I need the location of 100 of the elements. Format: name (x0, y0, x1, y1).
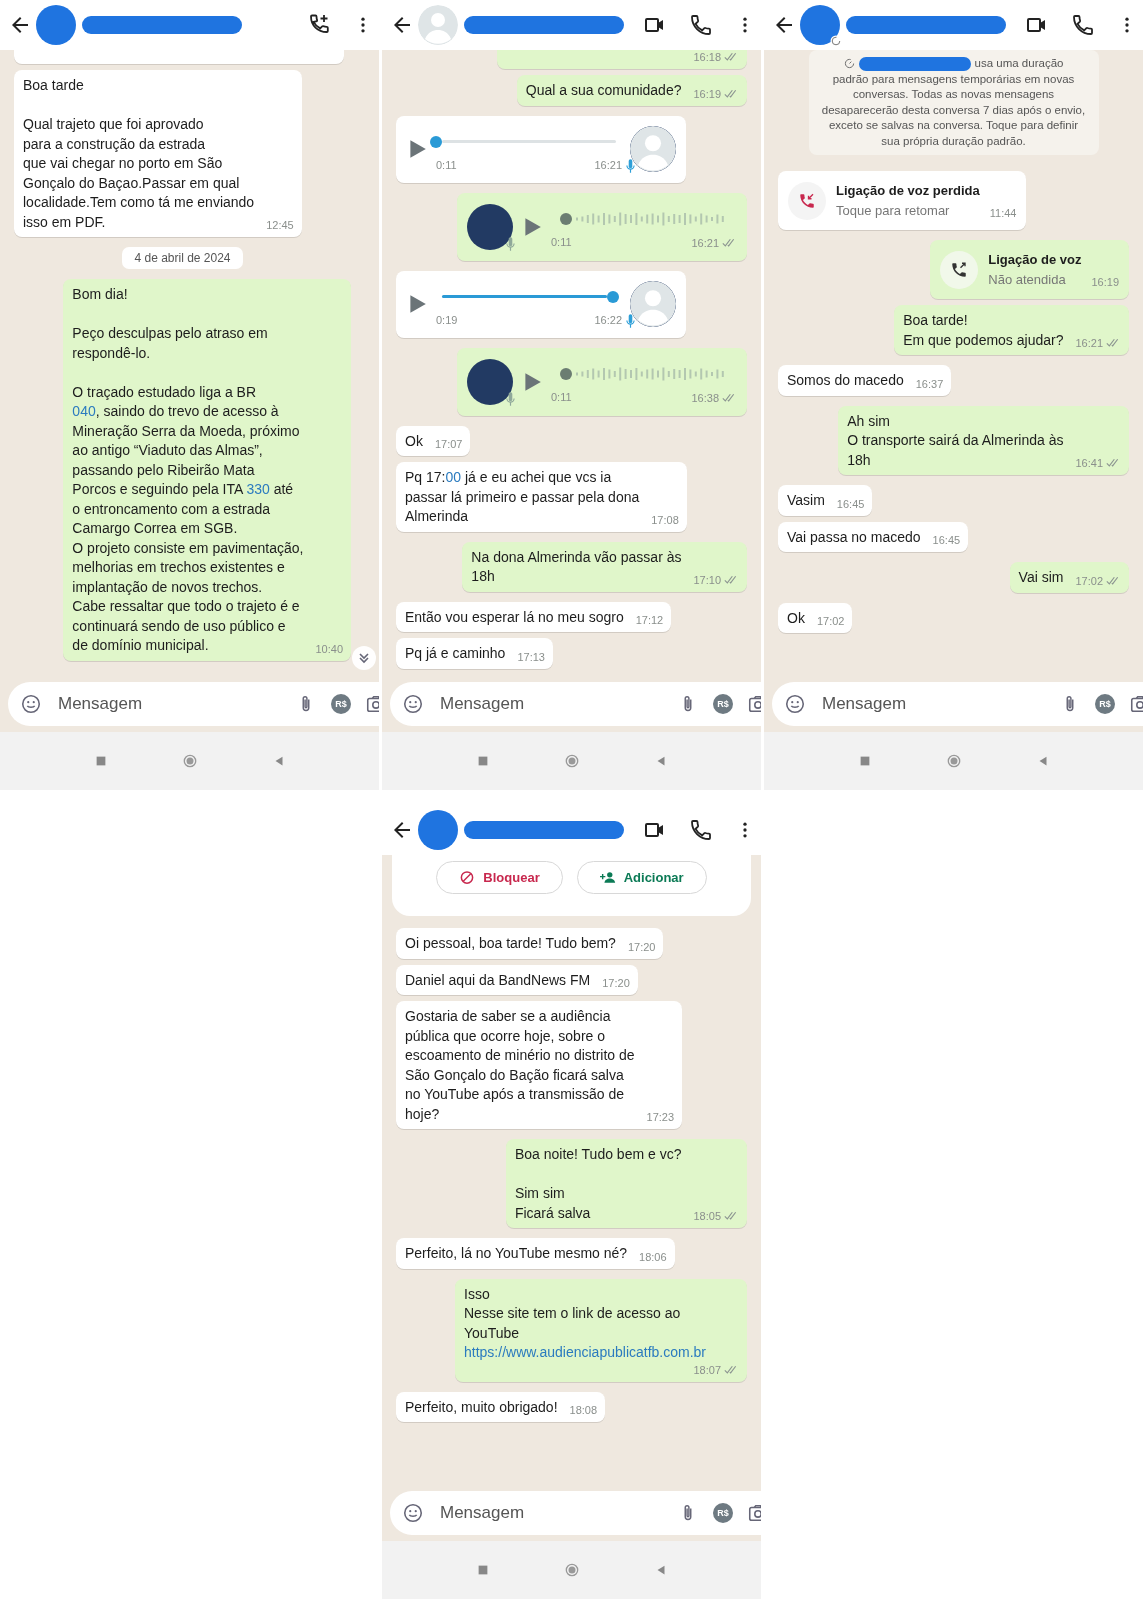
message-text: Boa noite! Tudo bem e vc? Sim sim Ficará salva (514, 1145, 682, 1223)
scroll-down-button[interactable] (352, 646, 376, 670)
message-time: 16:45 (932, 533, 961, 547)
timer-icon (843, 58, 855, 70)
emoji-icon[interactable] (402, 1502, 424, 1524)
message-text: Vai sim (1018, 568, 1064, 587)
home-button[interactable] (946, 754, 961, 768)
message-time: 10:40 (315, 641, 343, 656)
audio-duration: 0:11 (551, 390, 572, 405)
call-message[interactable]: Ligação de voz perdida Toque para retomar 11:44 (778, 171, 1027, 230)
block-button[interactable]: Bloquear (436, 861, 563, 894)
message-text: Perfeito, lá no YouTube mesmo né? (405, 1244, 628, 1263)
audio-duration: 0:19 (436, 312, 458, 328)
message-text: Vasim (787, 491, 825, 510)
call-subtitle: Toque para retomar (836, 201, 951, 220)
emoji-icon[interactable] (402, 693, 424, 715)
message-field[interactable]: Mensagem R$ (8, 682, 379, 726)
message-time: 18:05 (693, 1209, 721, 1223)
audio-duration: 0:11 (551, 235, 572, 250)
message-link[interactable]: 00 (445, 469, 462, 485)
message-time: 16:19 (693, 86, 721, 101)
message-time: 17:07 (434, 437, 463, 451)
redacted-avatar[interactable] (36, 5, 76, 45)
audio-duration: 0:11 (436, 157, 457, 173)
message-time: 17:12 (635, 613, 664, 627)
playback-thumb[interactable] (606, 290, 619, 303)
message-field[interactable]: Mensagem R$ (390, 1491, 761, 1535)
message-time: 17:20 (627, 939, 656, 954)
redacted-avatar[interactable] (800, 5, 840, 45)
message-text: Daniel aqui da BandNews FM (405, 970, 591, 990)
message-text: Vai passa no macedo (787, 527, 921, 547)
message-text: Oi pessoal, boa tarde! Tudo bem? (405, 934, 616, 953)
home-button[interactable] (564, 754, 579, 768)
message-time: 18:08 (569, 1403, 598, 1417)
message-text: Bom dia! Peço desculpas pelo atraso em respondê-lo. O traçado estudado liga a BR 040, saindo do trevo de acesso à Mineração Serra da Moeda, próximo ao antigo “Viaduto das Almas”, passando pelo Ribeirão Mata Porcos e seguindo pela ITA 330 até o entroncamento com a estrada Camargo Correa em SGB. O projeto consiste em pavimentação, melhorias em trechos existentes e implantação de novos trechos. Cabe ressaltar que todo o trajeto é e continuará sendo de uso público e de domínio municipal. (72, 285, 304, 655)
message-time: 16:21 (691, 235, 719, 250)
home-button[interactable] (564, 1563, 579, 1577)
phone-icon[interactable] (689, 13, 713, 37)
message-link[interactable]: https://www.audienciapublicatfb.com.br (464, 1344, 706, 1360)
payment-button[interactable]: R$ (331, 694, 351, 714)
add-contact-button[interactable]: Adicionar (576, 861, 707, 894)
emoji-icon[interactable] (20, 693, 42, 715)
payment-button[interactable]: R$ (713, 694, 733, 714)
message-time: 12:45 (266, 218, 294, 232)
message-text: Gostaria de saber se a audiência pública que ocorre hoje, sobre o escoamento de minério no distrito de São Gonçalo do Bação ficará salva no YouTube após a transmissão de hoje? (405, 1007, 635, 1124)
notice-text: usa uma duração (974, 56, 1064, 71)
default-avatar (630, 126, 676, 173)
message-link[interactable]: 040 (72, 403, 96, 419)
message-time: 16:45 (836, 496, 865, 511)
payment-button[interactable]: R$ (1095, 694, 1115, 714)
block-icon (459, 870, 476, 885)
message-text: Qual a sua comunidade? (525, 81, 682, 100)
phone-icon[interactable] (689, 818, 713, 842)
add-person-icon (599, 870, 616, 885)
redacted-avatar[interactable] (418, 810, 458, 850)
message-time: 17:20 (602, 976, 630, 990)
message-field[interactable]: Mensagem R$ (772, 682, 1143, 726)
call-title: Ligação de voz (988, 251, 1082, 269)
notice-text: padrão para mensagens temporárias em novas conversas. Todas as novas mensagens desaparecerão desta conversa 7 dias após o envio, exceto se salvas na conversa. Toque para definir sua própria duração padrão. (820, 71, 1087, 149)
message-time: 16:22 (594, 313, 622, 328)
profile-photo (467, 203, 513, 250)
message-time: 17:23 (646, 1110, 675, 1124)
call-title: Ligação de voz perdida (836, 182, 980, 200)
call-subtitle: Não atendida (988, 270, 1067, 289)
message-text: Boa tarde Qual trajeto que foi aprovado para a construção da estrada que vai chegar no porto em São Gonçalo do Baçao.Passar em qual localidade.Tem como tá me enviando isso em PDF. (23, 76, 255, 232)
message-time: 17:13 (517, 649, 545, 664)
message-time: 17:08 (651, 512, 679, 527)
playback-thumb[interactable] (430, 135, 442, 148)
mic-icon (506, 391, 515, 407)
mic-icon (626, 314, 635, 330)
emoji-icon[interactable] (784, 693, 806, 715)
home-button[interactable] (182, 754, 197, 768)
message-time: 16:21 (1075, 336, 1103, 350)
message-time: 16:19 (1091, 275, 1119, 289)
mic-icon (626, 159, 635, 175)
message-text: Ah sim O transporte sairá da Almerinda às 18h (847, 411, 1064, 470)
message-text: Somos do macedo (787, 371, 904, 390)
notice-card[interactable] (808, 50, 1099, 155)
message-link[interactable]: 330 (246, 481, 270, 497)
message-time: 16:38 (691, 390, 719, 405)
message-time: 16:21 (594, 158, 622, 173)
payment-button[interactable]: R$ (713, 1503, 733, 1523)
default-avatar (630, 281, 676, 328)
message-text: Pq 17:00 já e eu achei que vcs ia passar lá primeiro e passar pela dona Almerinda (405, 468, 640, 526)
message-text: Ok (405, 431, 423, 451)
message-text: Então vou esperar lá no meu sogro (405, 607, 624, 627)
message-time: 16:18 (693, 50, 721, 64)
call-message[interactable]: Ligação de voz Não atendida 16:19 (930, 240, 1129, 299)
message-text: Perfeito, muito obrigado! (405, 1397, 558, 1417)
message-time: 18:06 (639, 1249, 667, 1264)
profile-photo (467, 358, 513, 405)
message-field[interactable]: Mensagem R$ (390, 682, 761, 726)
message-time: 11:44 (989, 206, 1017, 220)
mic-icon (506, 236, 515, 252)
phone-icon[interactable] (1071, 13, 1095, 37)
message-text: Ok (787, 608, 805, 628)
message-text: Pq já e caminho (405, 644, 506, 663)
message-time: 16:41 (1075, 456, 1103, 470)
message-text: Boa tarde! Em que podemos ajudar? (903, 311, 1064, 350)
message-time: 17:02 (1075, 573, 1103, 588)
